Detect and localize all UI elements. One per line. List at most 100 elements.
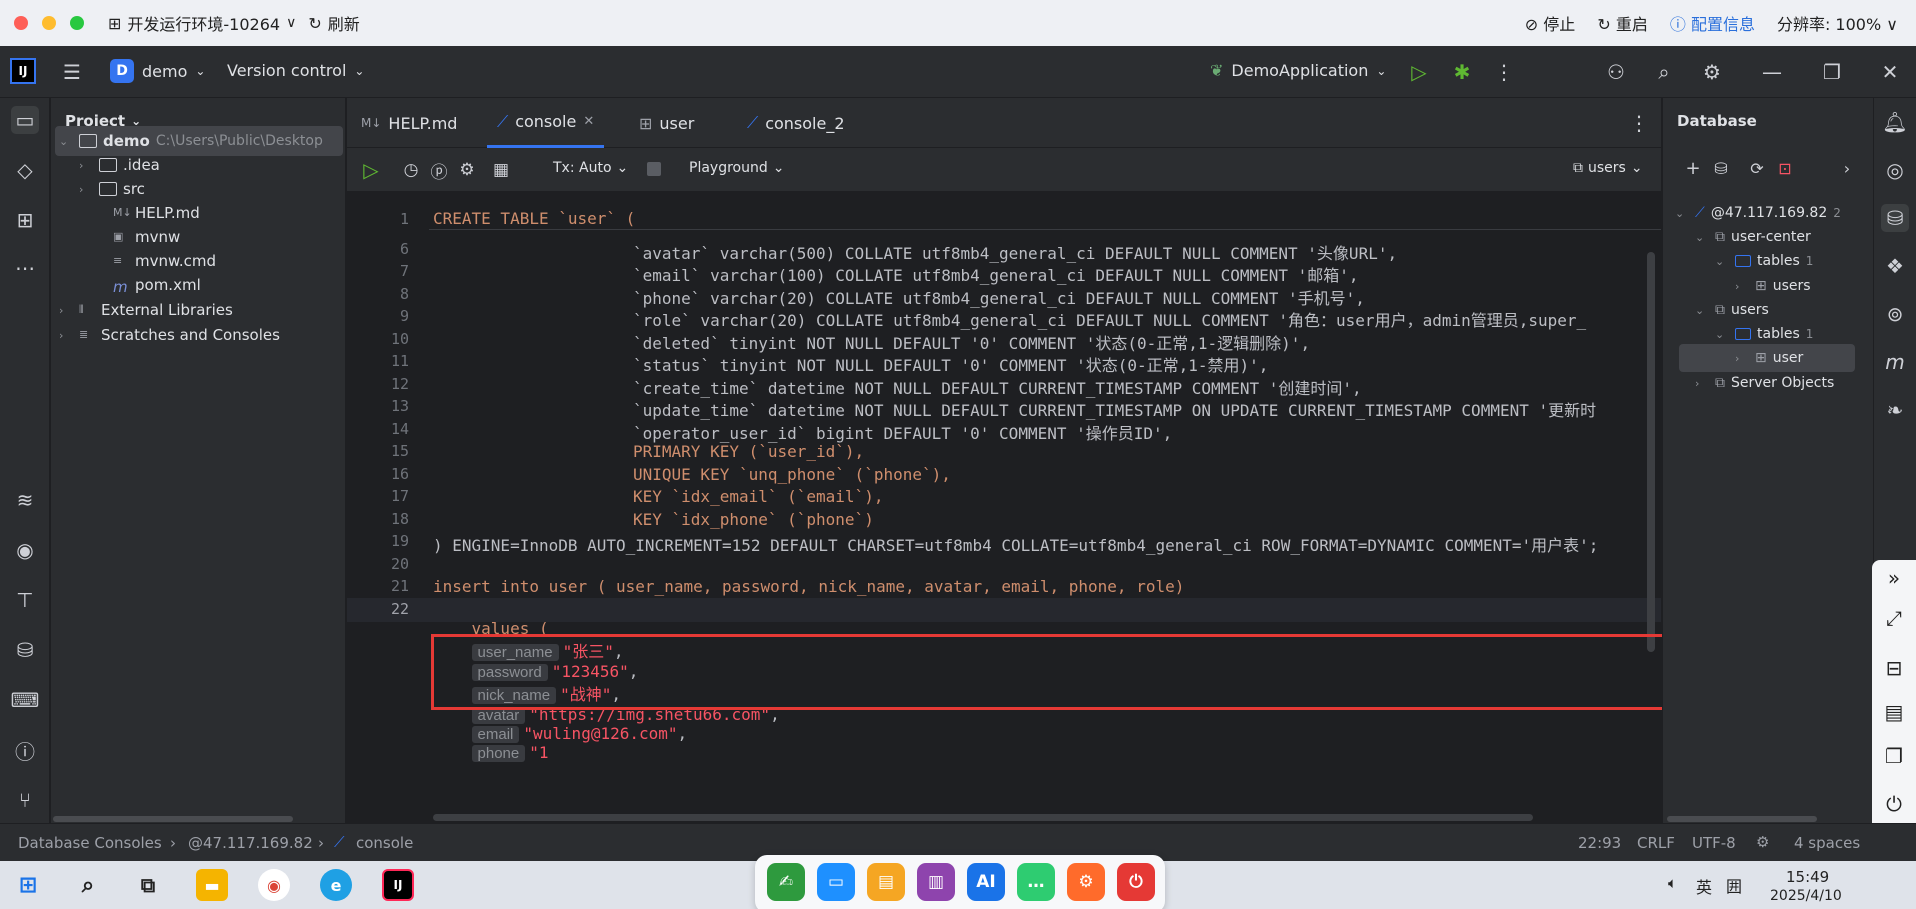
resolution-dropdown[interactable]: 分辨率: 100% ∨: [1777, 11, 1898, 35]
sql-editor[interactable]: 1 6 7 8 9 10 11 12 13 14 15 16 17 18 19 …: [347, 192, 1661, 823]
clock-time[interactable]: 15:49: [1786, 868, 1829, 886]
execute-icon[interactable]: ▷: [357, 156, 385, 184]
close-dot[interactable]: [14, 16, 28, 30]
run-config-selector[interactable]: ❦ DemoApplication ⌄: [1210, 61, 1386, 80]
vertical-scrollbar[interactable]: [1647, 252, 1655, 652]
chat-icon[interactable]: …: [1017, 863, 1055, 901]
chrome-icon[interactable]: ◉: [258, 869, 290, 901]
results-grid-icon[interactable]: ▦: [487, 156, 515, 184]
project-selector[interactable]: D demo ⌄: [110, 59, 205, 83]
refresh-button[interactable]: 刷新: [328, 11, 360, 35]
fullscreen-icon[interactable]: ⤢: [1880, 604, 1908, 632]
project-tool-icon[interactable]: ▭: [11, 106, 39, 134]
tab-console-2[interactable]: ⟋ console_2: [747, 98, 845, 148]
chevron-right-icon[interactable]: ›: [1833, 154, 1861, 182]
database-tool-icon[interactable]: ⛁: [11, 636, 39, 664]
services-icon[interactable]: ◉: [11, 536, 39, 564]
ai-icon[interactable]: AI: [967, 863, 1005, 901]
main-menu-icon[interactable]: ☰: [58, 58, 86, 86]
history-icon[interactable]: ◷: [397, 156, 425, 184]
copy-icon[interactable]: ❐: [1880, 742, 1908, 770]
restore-icon[interactable]: ❐: [1818, 58, 1846, 86]
git-icon[interactable]: ⑂: [11, 786, 39, 814]
volume-icon[interactable]: 🔈︎: [1668, 874, 1677, 892]
debug-icon[interactable]: ✱: [1448, 58, 1476, 86]
settings-icon[interactable]: ⚙: [453, 156, 481, 184]
refresh-icon[interactable]: ↻: [308, 14, 321, 33]
datasource-properties-icon[interactable]: ⛁: [1707, 154, 1735, 182]
stop-button[interactable]: ⊘ 停止: [1525, 11, 1576, 35]
inspection-widget[interactable]: ❗ 7 ˄ ˅: [1655, 207, 1661, 224]
playground-dropdown[interactable]: Playground ⌄: [689, 160, 784, 176]
version-control-menu[interactable]: Version control ⌄: [227, 61, 364, 80]
horizontal-scrollbar[interactable]: [433, 814, 1533, 821]
breadcrumb-host[interactable]: @47.117.169.82: [188, 834, 313, 852]
task-view-icon[interactable]: ⧉: [132, 869, 164, 901]
clock-date[interactable]: 2025/4/10: [1770, 888, 1842, 904]
power-icon[interactable]: ⏻: [1117, 863, 1155, 901]
learn-icon[interactable]: ◇: [11, 156, 39, 184]
close-icon[interactable]: ✕: [1876, 58, 1904, 86]
horizontal-scrollbar[interactable]: [1667, 816, 1817, 822]
caret-position[interactable]: 22:93: [1578, 834, 1621, 852]
tree-item-scratches[interactable]: › ≣ Scratches and Consoles: [59, 320, 280, 350]
maven-icon[interactable]: m: [1881, 348, 1909, 376]
structure-icon[interactable]: ⊞: [11, 206, 39, 234]
files-icon[interactable]: ▤: [867, 863, 905, 901]
book-icon[interactable]: ▥: [917, 863, 955, 901]
plugin-icon[interactable]: ❖: [1881, 252, 1909, 280]
tab-help-md[interactable]: M↓ HELP.md: [361, 98, 457, 148]
sign-icon[interactable]: ✍: [767, 863, 805, 901]
power-icon[interactable]: ⏻: [1880, 790, 1908, 818]
env-title[interactable]: 开发运行环境-10264: [127, 11, 280, 35]
build-icon[interactable]: ⊤: [11, 586, 39, 614]
database-icon[interactable]: ⛁: [1881, 204, 1909, 232]
config-button[interactable]: ⓘ 配置信息: [1670, 11, 1755, 35]
db-tree-server-objects[interactable]: › ⧉ Server Objects: [1695, 368, 1834, 398]
settings-icon[interactable]: ⚙: [1698, 58, 1726, 86]
ai-assistant-icon[interactable]: ◎: [1881, 156, 1909, 184]
run-icon[interactable]: ▷: [1405, 58, 1433, 86]
maximize-dot[interactable]: [70, 16, 84, 30]
schema-selector[interactable]: ⧉ users ⌄: [1573, 160, 1643, 176]
input-language[interactable]: 英: [1696, 874, 1712, 898]
stop-icon[interactable]: [647, 162, 661, 176]
problems-icon[interactable]: ⓘ: [11, 736, 39, 764]
restart-button[interactable]: ↻ 重启: [1597, 11, 1648, 35]
split-icon[interactable]: ⊟: [1880, 654, 1908, 682]
more-icon[interactable]: ⋮: [1490, 58, 1518, 86]
gradle-icon[interactable]: ❧: [1881, 396, 1909, 424]
layout-icon[interactable]: ▤: [1880, 698, 1908, 726]
more-tools-icon[interactable]: ⋯: [11, 254, 39, 282]
chevron-down-icon[interactable]: ∨: [286, 15, 296, 31]
endpoints-icon[interactable]: ⊚: [1881, 300, 1909, 328]
database-changes-icon[interactable]: ≋: [11, 486, 39, 514]
tab-console[interactable]: ⟋ console ✕: [487, 98, 605, 148]
desktop-icon[interactable]: ▭: [817, 863, 855, 901]
edge-icon[interactable]: e: [320, 869, 352, 901]
add-icon[interactable]: +: [1679, 154, 1707, 182]
notifications-icon[interactable]: 🔔︎: [1881, 108, 1909, 136]
horizontal-scrollbar[interactable]: [53, 816, 293, 822]
ime-icon[interactable]: 囲: [1726, 873, 1742, 897]
tab-user[interactable]: ⊞ user: [639, 98, 694, 148]
refresh-icon[interactable]: ⟳: [1743, 154, 1771, 182]
close-tab-icon[interactable]: ✕: [583, 114, 594, 129]
minimize-icon[interactable]: —: [1758, 58, 1786, 86]
add-user-icon[interactable]: ⚇: [1602, 58, 1630, 86]
tab-options-icon[interactable]: ⋮: [1625, 109, 1653, 137]
explain-icon[interactable]: ⓟ: [425, 156, 453, 184]
terminal-icon[interactable]: ⌨: [11, 686, 40, 714]
start-icon[interactable]: ⊞: [12, 869, 44, 901]
settings-icon[interactable]: ⚙: [1067, 863, 1105, 901]
tx-mode-dropdown[interactable]: Tx: Auto ⌄: [553, 160, 628, 176]
file-explorer-icon[interactable]: ▬: [196, 869, 228, 901]
intellij-taskbar-icon[interactable]: IJ: [382, 869, 414, 901]
search-icon[interactable]: ⌕: [1650, 58, 1678, 86]
search-icon[interactable]: ⌕: [72, 869, 104, 901]
indent-setting[interactable]: 4 spaces: [1794, 834, 1860, 852]
disconnect-icon[interactable]: ⊡: [1771, 154, 1799, 182]
collapse-icon[interactable]: »: [1880, 564, 1908, 592]
file-encoding[interactable]: UTF-8: [1692, 834, 1736, 852]
minimize-dot[interactable]: [42, 16, 56, 30]
